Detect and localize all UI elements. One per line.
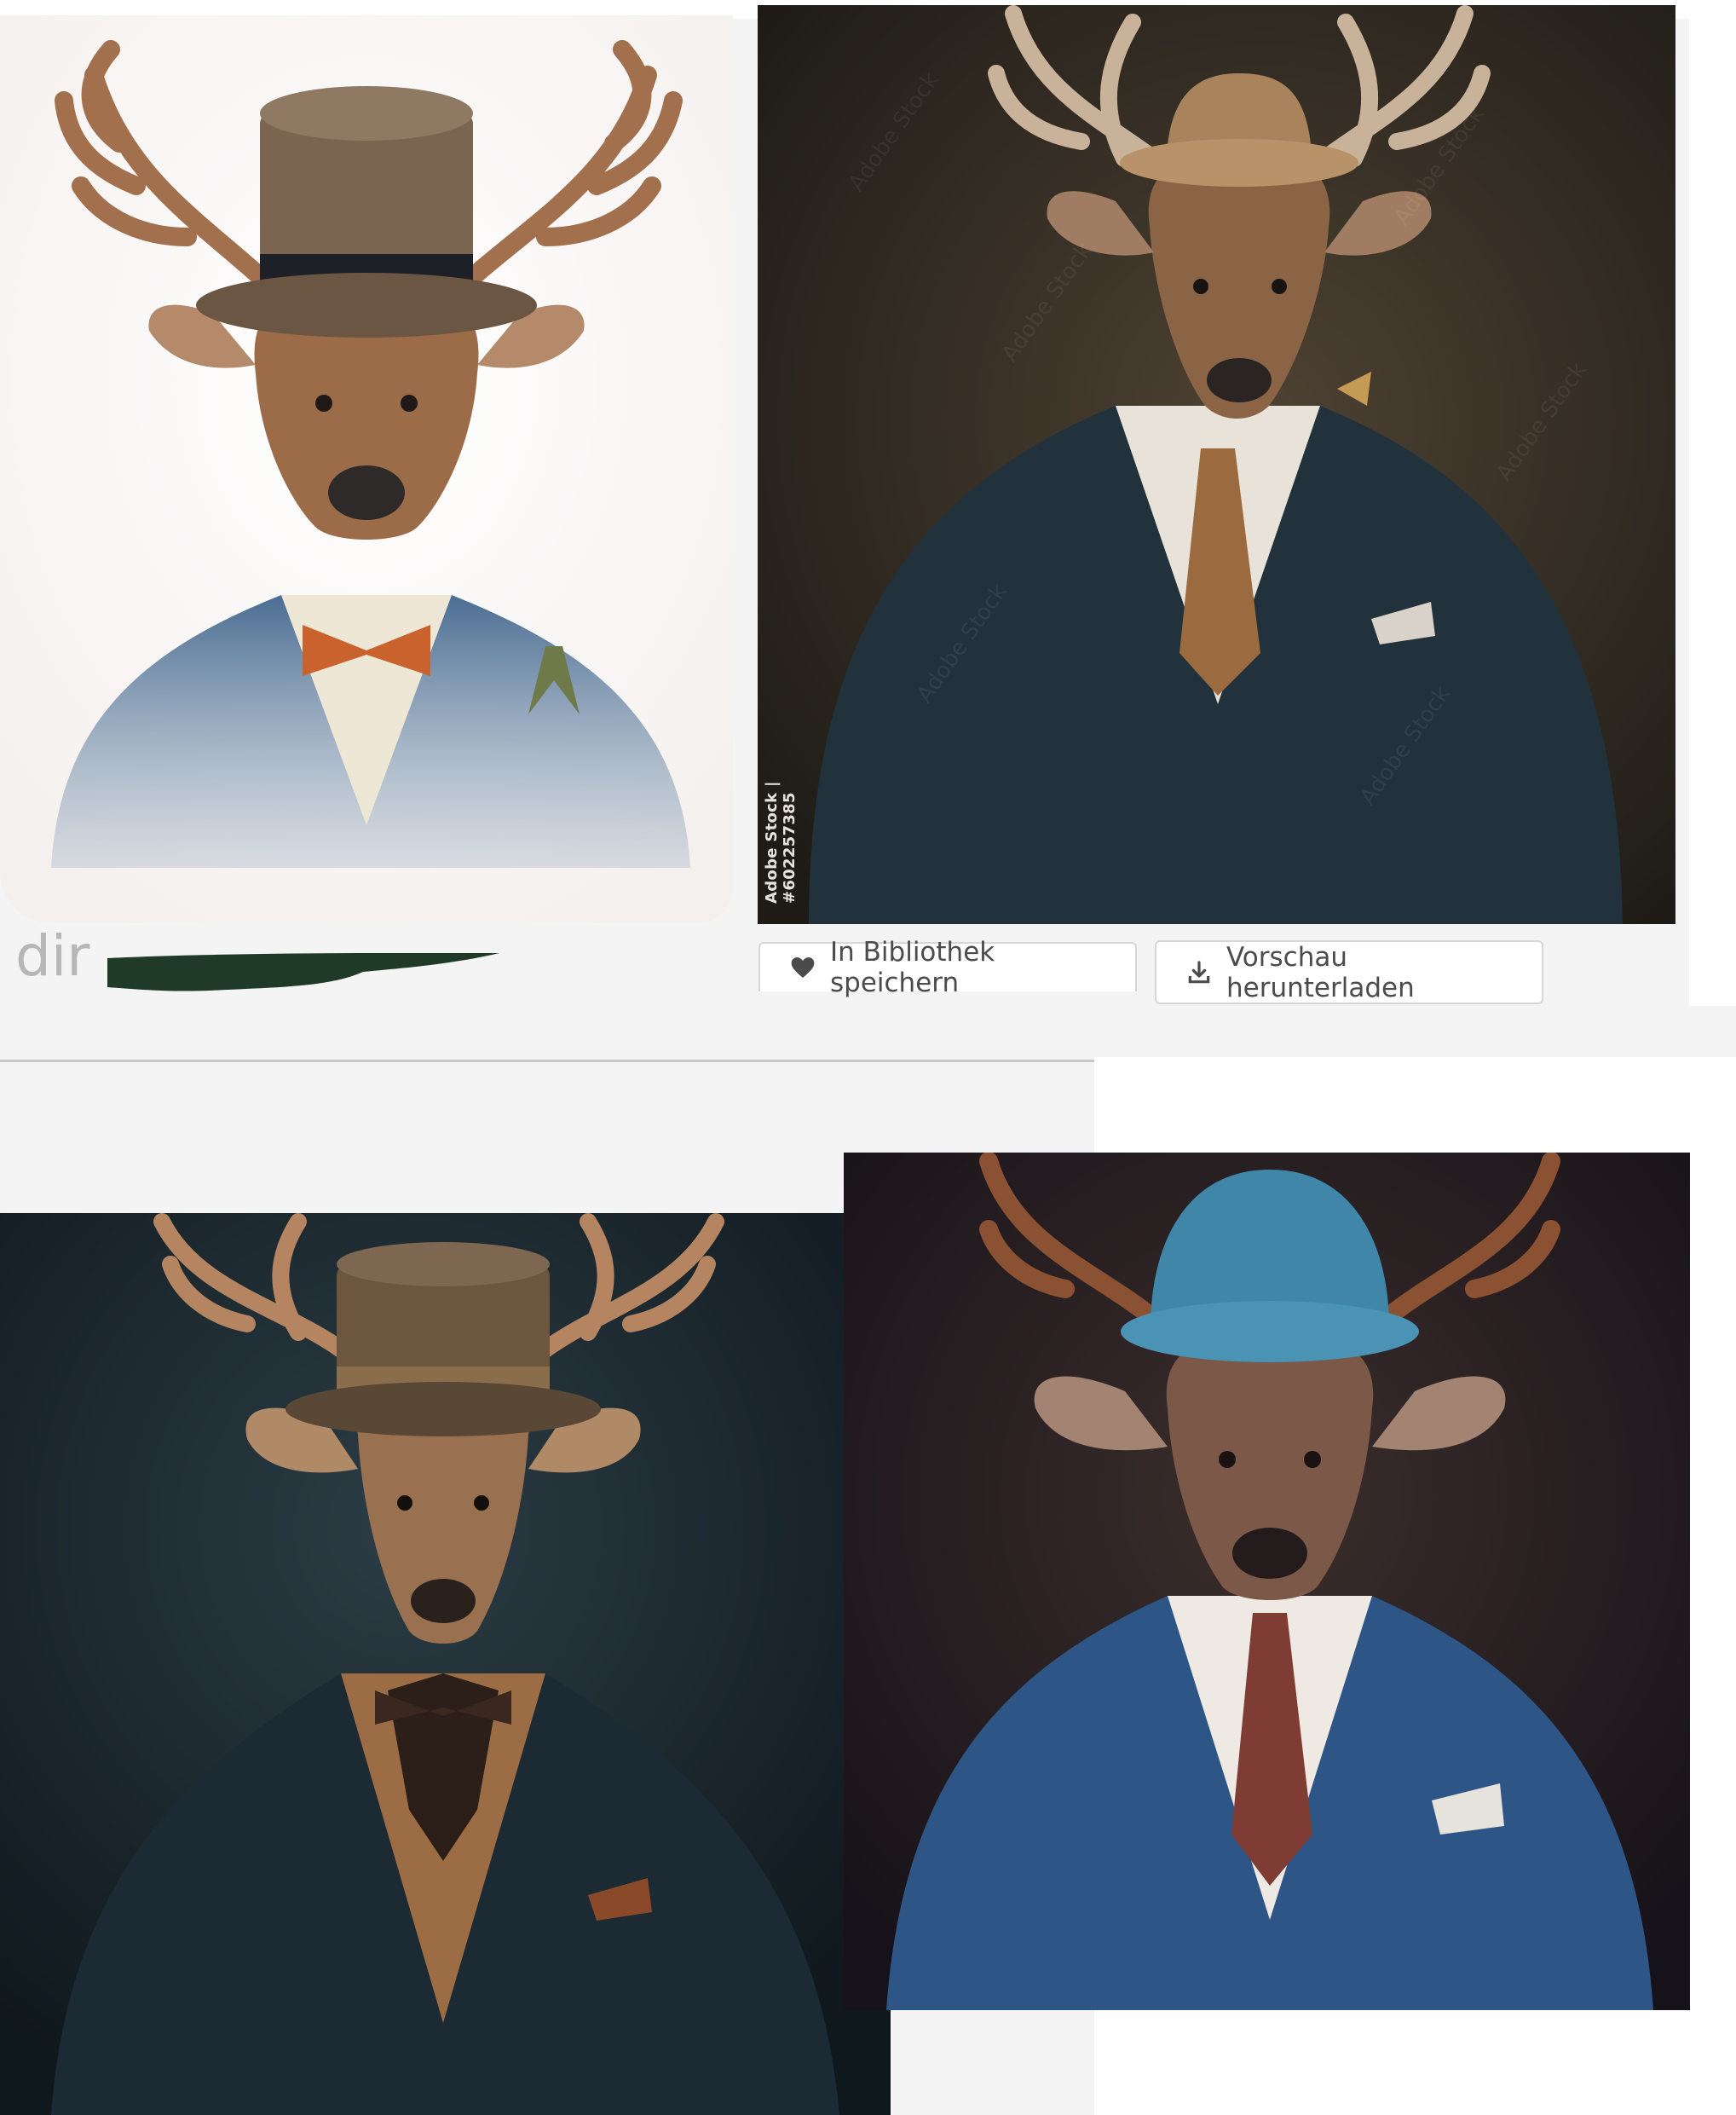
save-to-library-button[interactable]: In Bibliothek speichern <box>758 937 1137 998</box>
section-divider <box>0 1060 1094 1062</box>
stock-image-id-watermark: Adobe Stock | #602257385 <box>763 781 799 904</box>
download-button-label: Vorschau herunterladen <box>1226 941 1415 1003</box>
save-button-label: In Bibliothek speichern <box>830 937 995 998</box>
stock-deer-portrait-fedora-suit[interactable]: Adobe Stock Adobe Stock Adobe Stock Adob… <box>758 5 1675 924</box>
deer-portrait-dark-suit[interactable] <box>0 1213 891 2115</box>
heart-icon <box>789 954 816 981</box>
download-preview-button[interactable]: Vorschau herunterladen <box>1155 940 1543 1004</box>
white-right-strip <box>1689 0 1736 1006</box>
download-icon <box>1185 959 1213 986</box>
deer-portrait-top-hat-bow-tie[interactable] <box>0 15 733 923</box>
deer-portrait-blue-hat-blue-suit[interactable] <box>844 1153 1690 2010</box>
redaction-mark <box>107 953 499 991</box>
partial-text-dir: dir <box>15 923 90 989</box>
